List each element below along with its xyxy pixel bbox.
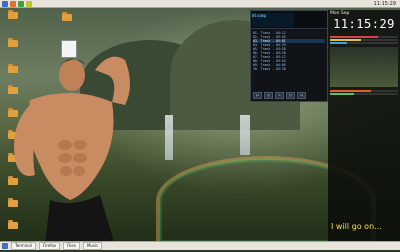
conky-footer: I will go on... <box>331 222 382 231</box>
player-controls: |< || > [] >| <box>253 92 306 99</box>
taskbar-item[interactable]: Firefox <box>38 242 61 250</box>
music-player-window[interactable]: Winamp 01. Track - 04:12 02. Track - 03:… <box>250 10 328 102</box>
monitor-line <box>328 31 400 35</box>
desktop-folder-icon[interactable] <box>2 10 24 19</box>
disk-bar <box>330 93 398 95</box>
files-icon[interactable] <box>26 0 32 7</box>
top-panel: 11:15:29 <box>0 0 400 8</box>
menu-icon[interactable] <box>2 0 8 7</box>
terminal-icon[interactable] <box>18 0 24 7</box>
bottom-taskbar: Terminal Firefox Files Music <box>0 241 400 250</box>
next-button[interactable]: >| <box>297 92 306 99</box>
big-clock: 11:15:29 <box>333 17 395 31</box>
taskbar-item[interactable]: Music <box>82 242 103 250</box>
swap-bar <box>330 42 398 44</box>
playlist-item[interactable]: 10. Track - 03:30 <box>253 67 325 71</box>
pause-button[interactable]: || <box>264 92 273 99</box>
bodybuilder-figure <box>14 56 130 245</box>
date-label: Mon Sep <box>330 11 350 16</box>
wallpaper-waterfall <box>240 115 250 155</box>
system-monitor-panel: Mon Sep 11:15:29 I will go on... <box>328 10 400 241</box>
taskbar-item[interactable]: Files <box>63 242 80 250</box>
desktop-folder-icon[interactable] <box>56 12 78 21</box>
show-desktop-icon[interactable] <box>2 243 8 249</box>
playlist[interactable]: 01. Track - 04:12 02. Track - 03:45 03. … <box>251 29 327 73</box>
stop-button[interactable]: [] <box>286 92 295 99</box>
previous-button[interactable]: |< <box>253 92 262 99</box>
panel-clock[interactable]: 11:15:29 <box>374 1 396 7</box>
firefox-icon[interactable] <box>10 0 16 7</box>
cpu-bar <box>330 36 398 38</box>
taskbar-item[interactable]: Terminal <box>11 242 36 250</box>
net-bar <box>330 90 398 92</box>
player-lcd: Winamp <box>252 12 294 27</box>
player-header: Winamp <box>251 11 327 29</box>
graph-area <box>330 47 398 87</box>
play-button[interactable]: > <box>275 92 284 99</box>
mem-bar <box>330 39 398 41</box>
